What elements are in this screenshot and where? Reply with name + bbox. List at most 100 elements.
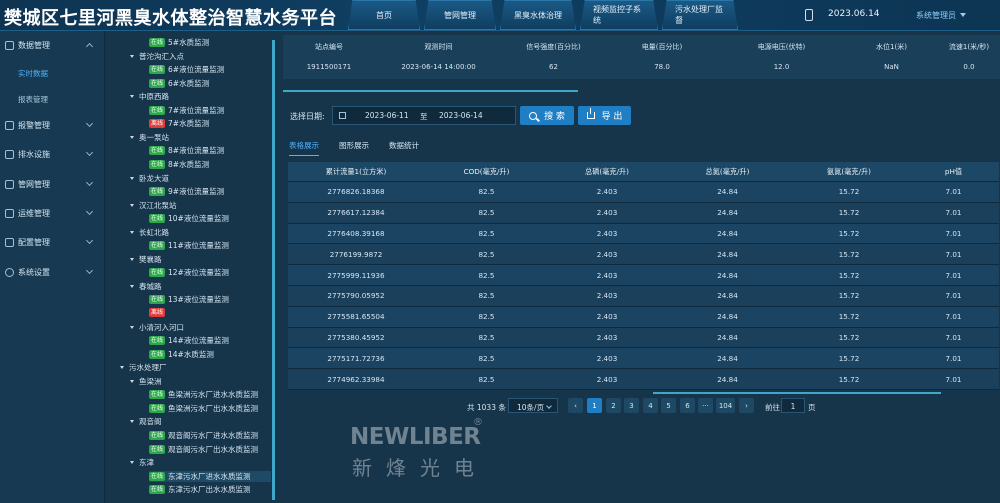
tree-leaf[interactable]: 在线 鱼梁洲污水厂出水水质监测 [149,403,258,414]
page-6[interactable]: 6 [680,398,695,413]
tree-leaf[interactable]: 在线 14#液位流量监测 [149,335,229,346]
page-3[interactable]: 3 [624,398,639,413]
table-row[interactable]: 2775581.65504 82.5 2.403 24.84 15.72 7.01 [288,306,999,328]
menu-drainage-facility[interactable]: 排水设施 [0,144,105,164]
tree-leaf[interactable]: 离线 [149,308,168,317]
tab-statistics[interactable]: 数据统计 [389,140,419,156]
tree-leaf[interactable]: 离线 7#水质监测 [149,118,209,129]
table-row[interactable]: 2774962.33984 82.5 2.403 24.84 15.72 7.01 [288,369,999,390]
cell-total-nitrogen: 24.84 [717,312,738,322]
tree-group[interactable]: 长虹北路 [130,227,169,238]
table-row[interactable]: 2775171.72736 82.5 2.403 24.84 15.72 7.01 [288,348,999,370]
goto-page-input[interactable]: 1 [781,398,805,413]
nav-pipe-network[interactable]: 管网管理 [424,0,496,30]
tree-leaf[interactable]: 在线 5#水质监测 [149,37,209,48]
end-date[interactable]: 2023-06-14 [439,111,483,120]
table-row[interactable]: 2775380.45952 82.5 2.403 24.84 15.72 7.01 [288,327,999,349]
export-button[interactable]: 导 出 [578,106,631,125]
table-scrollbar[interactable] [653,392,941,394]
page-ellipsis[interactable]: ··· [698,398,713,413]
search-button[interactable]: 搜 索 [520,106,574,125]
tree-group[interactable]: 鱼梁洲 [130,376,162,387]
tree-leaf[interactable]: 在线 9#液位流量监测 [149,186,224,197]
menu-data-management[interactable]: 数据管理 [0,35,105,55]
tree-group[interactable]: 奥一泵站 [130,132,169,143]
tree-leaf[interactable]: 在线 东津污水厂进水水质监测 [149,471,271,482]
tree-group[interactable]: 樊襄路 [130,254,162,265]
tree-leaf[interactable]: 在线 11#液位流量监测 [149,240,229,251]
cell-total-nitrogen: 24.84 [717,291,738,301]
cell-total-phosphorus: 2.403 [596,374,618,384]
tree-group[interactable]: 普沱沟汇入点 [130,51,184,62]
tree-leaf[interactable]: 在线 6#水质监测 [149,78,209,89]
menu-configuration[interactable]: 配置管理 [0,232,105,252]
cell-ph: 7.01 [945,208,962,218]
tree-group[interactable]: 中原西路 [130,91,169,102]
cell-cumulative-flow: 2774962.33984 [327,374,385,384]
tree-leaf[interactable]: 在线 东津污水厂出水水质监测 [149,484,251,495]
tree-leaf[interactable]: 在线 8#水质监测 [149,159,209,170]
station-table-scrollbar[interactable] [283,90,578,92]
tree-leaf-label: 鱼梁洲污水厂出水水质监测 [168,404,259,413]
start-date[interactable]: 2023-06-11 [365,111,409,120]
tree-group[interactable]: 小清河入河口 [130,322,184,333]
menu-alarm-management[interactable]: 报警管理 [0,115,105,135]
nav-video-monitor[interactable]: 视频监控子系统 [580,0,658,30]
user-menu[interactable]: 系统管理员 [916,10,956,21]
tree-leaf[interactable]: 在线 6#液位流量监测 [149,64,224,75]
page-size-select[interactable]: 10条/页 [508,398,558,413]
phone-icon[interactable] [805,9,813,21]
tree-leaf[interactable]: 在线 12#液位流量监测 [149,267,229,278]
cell-cod: 82.5 [478,312,495,322]
tree-group[interactable]: 卧龙大道 [130,173,169,184]
page-4[interactable]: 4 [643,398,658,413]
menu-operation[interactable]: 运维管理 [0,203,105,223]
page-1[interactable]: 1 [587,398,602,413]
tree-group[interactable]: 污水处理厂 [120,362,167,373]
tab-chart[interactable]: 图形展示 [339,140,369,156]
page-5[interactable]: 5 [661,398,676,413]
tree-leaf-label: 7#水质监测 [168,119,210,128]
menu-pipe-network[interactable]: 管网管理 [0,174,105,194]
table-row[interactable]: 2776826.18368 82.5 2.403 24.84 15.72 7.01 [288,182,999,203]
tree-leaf[interactable]: 在线 观音阁污水厂出水水质监测 [149,444,258,455]
caret-down-icon [130,420,134,423]
tree-leaf[interactable]: 在线 13#液位流量监测 [149,294,229,305]
col-total-nitrogen: 总氮(毫克/升) [705,166,750,176]
menu-system-settings[interactable]: 系统设置 [0,262,105,282]
nav-sewage-plant[interactable]: 污水处理厂监督 [662,0,738,30]
table-row[interactable]: 2776199.9872 82.5 2.403 24.84 15.72 7.01 [288,244,999,266]
page-104[interactable]: 104 [716,398,735,413]
date-range-picker[interactable]: 2023-06-11 至 2023-06-14 [332,106,516,125]
cell-ammonia-nitrogen: 15.72 [838,270,860,280]
tree-leaf[interactable]: 在线 鱼梁洲污水厂进水水质监测 [149,389,258,400]
table-row[interactable]: 2776617.12384 82.5 2.403 24.84 15.72 7.01 [288,202,999,224]
cell-total-phosphorus: 2.403 [596,291,618,301]
submenu-report-management[interactable]: 报表管理 [18,94,48,105]
tree-leaf[interactable]: 在线 观音阁污水厂进水水质监测 [149,430,258,441]
tree-leaf[interactable]: 在线 7#液位流量监测 [149,105,224,116]
chevron-down-icon[interactable] [960,13,966,17]
tree-leaf-label: 10#液位流量监测 [168,214,229,223]
tree-scrollbar[interactable] [272,40,275,500]
prev-page-button[interactable]: ‹ [568,398,583,413]
nav-black-odor-water[interactable]: 黑臭水体治理 [500,0,576,30]
cell-cod: 82.5 [478,270,495,280]
status-badge: 在线 [149,268,166,277]
next-page-button[interactable]: › [739,398,754,413]
table-row[interactable]: 2775790.05952 82.5 2.403 24.84 15.72 7.01 [288,285,999,307]
tree-group[interactable]: 春城路 [130,281,162,292]
tree-leaf[interactable]: 在线 10#液位流量监测 [149,213,229,224]
tree-leaf[interactable]: 在线 14#水质监测 [149,349,214,360]
nav-home[interactable]: 首页 [348,0,420,30]
page-2[interactable]: 2 [606,398,621,413]
tab-table[interactable]: 表格展示 [289,140,319,156]
table-row[interactable]: 2776408.39168 82.5 2.403 24.84 15.72 7.01 [288,223,999,245]
tree-group[interactable]: 汉江北泵站 [130,200,177,211]
table-row[interactable]: 2775999.11936 82.5 2.403 24.84 15.72 7.01 [288,265,999,286]
submenu-realtime-data[interactable]: 实时数据 [18,68,48,79]
tree-group[interactable]: 观音阁 [130,416,162,427]
tree-leaf[interactable]: 在线 8#液位流量监测 [149,145,224,156]
status-badge: 在线 [149,38,166,47]
tree-group[interactable]: 东津 [130,457,154,468]
